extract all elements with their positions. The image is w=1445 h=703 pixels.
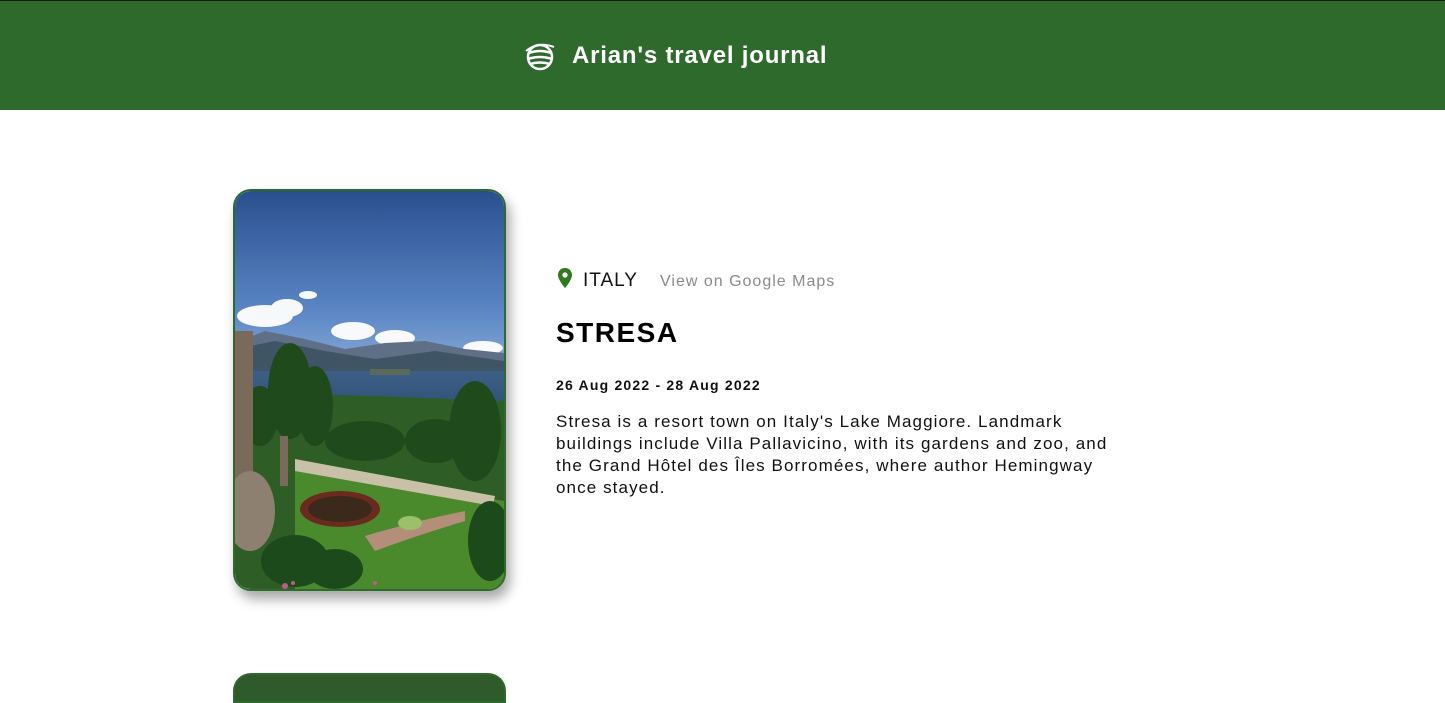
place-description: Stresa is a resort town on Italy's Lake … [556, 412, 1108, 497]
destination-photo [233, 189, 506, 591]
map-pin-icon [558, 268, 572, 288]
country-label: ITALY [583, 270, 638, 291]
trip-dates: 26 Aug 2022 - 28 Aug 2022 [556, 377, 761, 393]
google-maps-link[interactable]: View on Google Maps [660, 272, 835, 292]
next-entry-card [233, 673, 506, 703]
place-title: STRESA [556, 317, 679, 348]
site-header: Arian's travel journal [0, 1, 1445, 110]
globe-icon [523, 39, 557, 73]
site-title: Arian's travel journal [572, 42, 828, 69]
